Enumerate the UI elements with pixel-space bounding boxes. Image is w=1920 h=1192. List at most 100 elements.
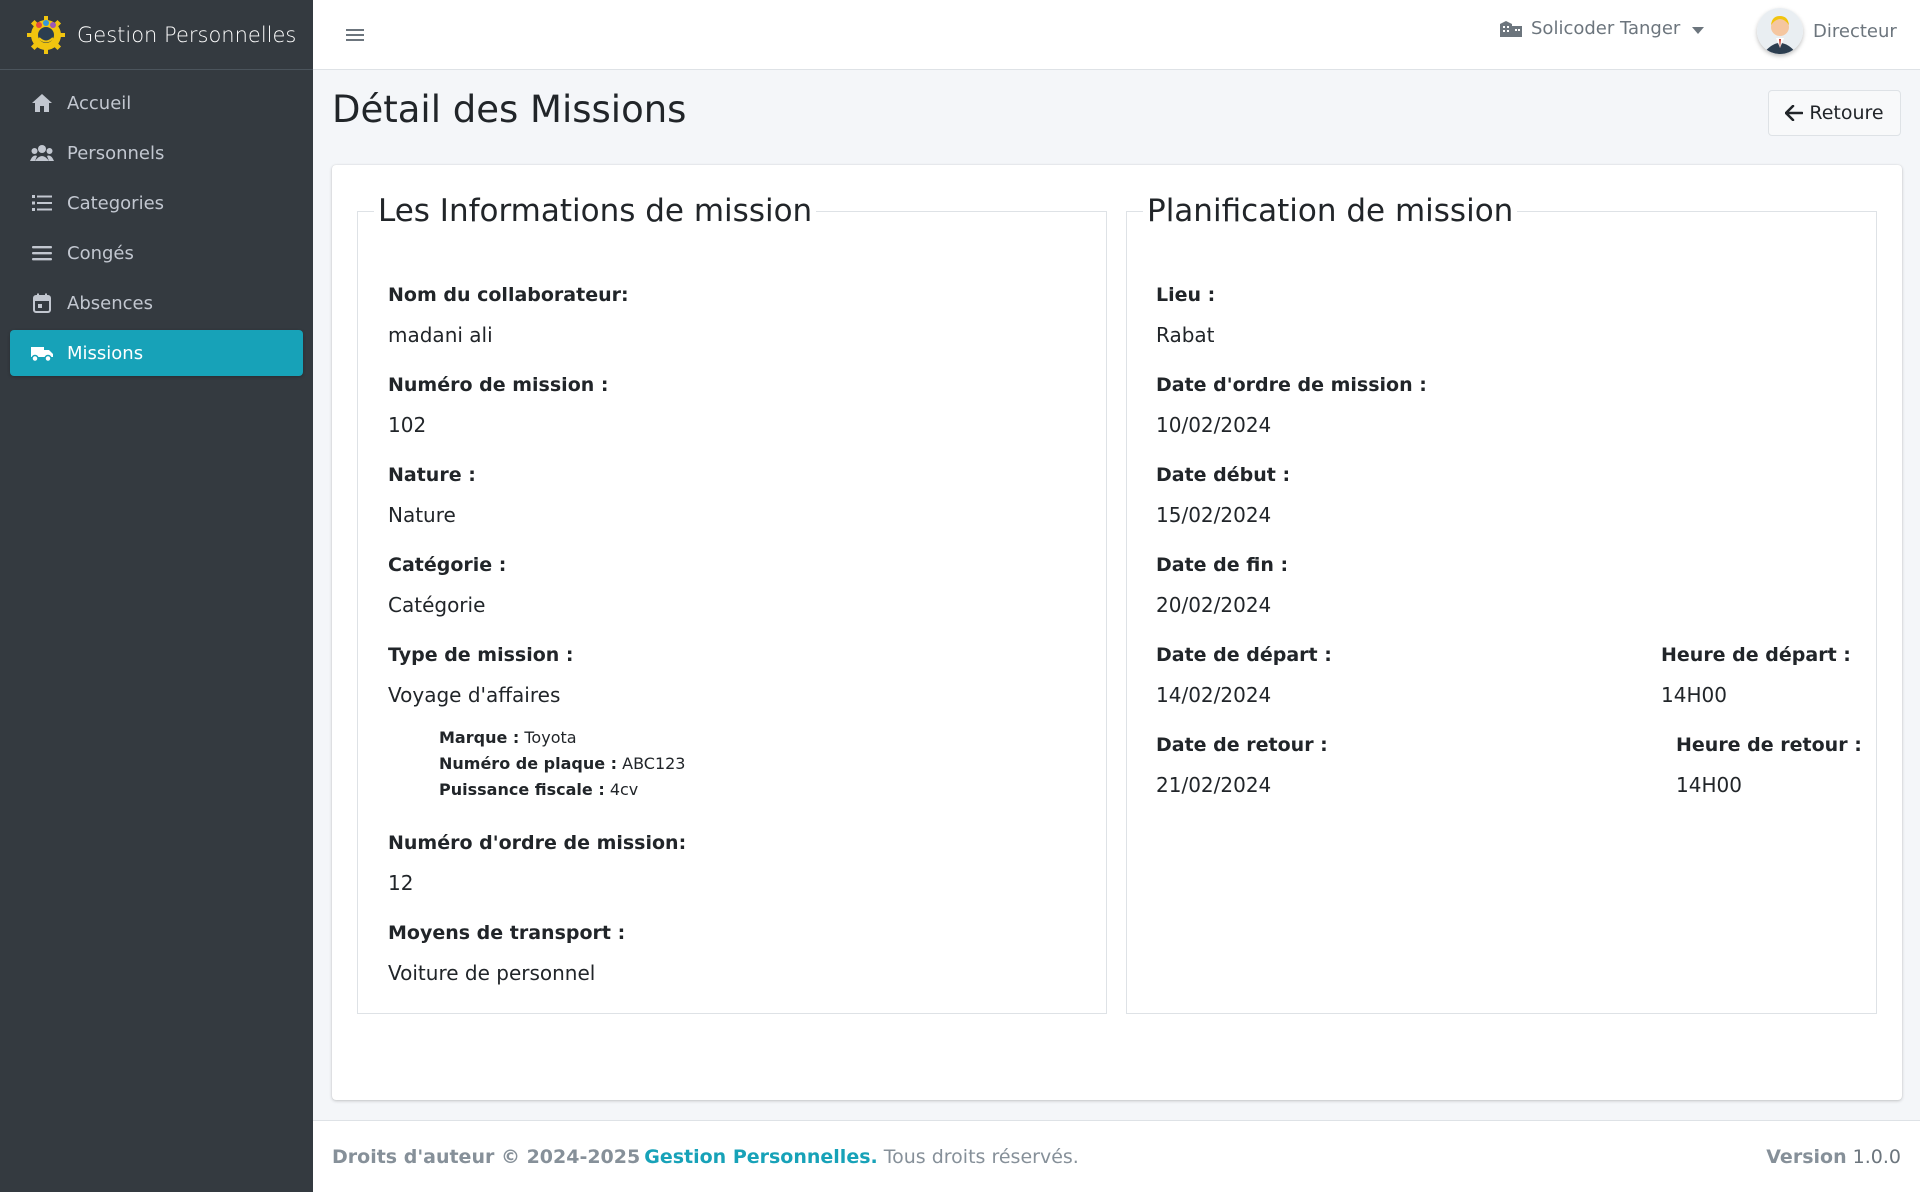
categorie-value: Catégorie — [388, 593, 486, 617]
footer-copyright: Droits d'auteur © 2024-2025 — [332, 1145, 641, 1168]
sidebar-item-categories[interactable]: Categories — [10, 180, 303, 226]
brand-link[interactable]: Gestion Personnelles — [0, 0, 313, 70]
sidebar-item-absences[interactable]: Absences — [10, 280, 303, 326]
sidebar-item-label: Congés — [67, 242, 134, 264]
footer-brand-link[interactable]: Gestion Personnelles. — [644, 1146, 878, 1168]
heure-retour-field: Heure de retour : 14H00 — [1676, 733, 1862, 797]
ordre-mission-value: 12 — [388, 871, 414, 895]
plaque-value: ABC123 — [622, 754, 686, 773]
user-role: Directeur — [1813, 20, 1897, 42]
sidebar-item-missions[interactable]: Missions — [10, 330, 303, 376]
type-mission-field: Type de mission : Voyage d'affaires — [388, 643, 574, 707]
heure-depart-field: Heure de départ : 14H00 — [1661, 643, 1851, 707]
categorie-field: Catégorie : Catégorie — [388, 553, 506, 617]
version-value: 1.0.0 — [1852, 1145, 1901, 1168]
back-button[interactable]: Retoure — [1768, 90, 1901, 136]
ordre-mission-label: Numéro d'ordre de mission: — [388, 832, 687, 854]
vehicle-details: Marque : Toyota Numéro de plaque : ABC12… — [439, 725, 685, 803]
date-fin-field: Date de fin : 20/02/2024 — [1156, 553, 1288, 617]
sidebar-item-label: Accueil — [67, 92, 132, 114]
mission-info-fieldset: Les Informations de mission Nom du colla… — [357, 193, 1107, 1014]
brand-name: Gestion Personnelles — [77, 22, 297, 47]
avatar — [1757, 8, 1803, 54]
caret-down-icon — [1692, 26, 1705, 34]
transport-label: Moyens de transport : — [388, 922, 626, 944]
date-ordre-label: Date d'ordre de mission : — [1156, 374, 1427, 396]
sidebar-item-label: Personnels — [67, 142, 165, 164]
lieu-label: Lieu : — [1156, 284, 1216, 306]
date-depart-field: Date de départ : 14/02/2024 — [1156, 643, 1332, 707]
bars-icon — [29, 242, 55, 264]
collaborateur-field: Nom du collaborateur: madani ali — [388, 283, 629, 347]
heure-depart-value: 14H00 — [1661, 683, 1727, 707]
marque-value: Toyota — [524, 728, 577, 747]
organization-name: Solicoder Tanger — [1531, 18, 1681, 39]
page-title: Détail des Missions — [332, 88, 687, 131]
transport-field: Moyens de transport : Voiture de personn… — [388, 921, 625, 985]
sidebar-item-accueil[interactable]: Accueil — [10, 80, 303, 126]
puissance-value: 4cv — [609, 780, 639, 799]
lieu-field: Lieu : Rabat — [1156, 283, 1215, 347]
ordre-mission-field: Numéro d'ordre de mission: 12 — [388, 831, 686, 895]
numero-mission-value: 102 — [388, 413, 427, 437]
categorie-label: Catégorie : — [388, 554, 507, 576]
mission-planning-fieldset: Planification de mission Lieu : Rabat Da… — [1126, 193, 1877, 1014]
footer-rights: Tous droits réservés. — [883, 1145, 1079, 1168]
users-icon — [29, 142, 55, 164]
date-ordre-field: Date d'ordre de mission : 10/02/2024 — [1156, 373, 1427, 437]
sidebar-item-personnels[interactable]: Personnels — [10, 130, 303, 176]
version-label: Version — [1766, 1145, 1847, 1168]
date-ordre-value: 10/02/2024 — [1156, 413, 1272, 437]
sidebar-nav: Accueil Personnels Categories Congés Abs… — [0, 70, 313, 376]
date-fin-value: 20/02/2024 — [1156, 593, 1272, 617]
date-retour-field: Date de retour : 21/02/2024 — [1156, 733, 1328, 797]
vehicle-marque: Marque : Toyota — [439, 725, 685, 751]
mission-detail-card: Les Informations de mission Nom du colla… — [332, 165, 1902, 1100]
lieu-value: Rabat — [1156, 323, 1215, 347]
date-debut-label: Date début : — [1156, 464, 1291, 486]
mission-planning-legend: Planification de mission — [1147, 193, 1514, 229]
heure-retour-value: 14H00 — [1676, 773, 1742, 797]
vehicle-puissance: Puissance fiscale : 4cv — [439, 777, 685, 803]
date-depart-value: 14/02/2024 — [1156, 683, 1272, 707]
home-icon — [29, 92, 55, 114]
date-retour-value: 21/02/2024 — [1156, 773, 1272, 797]
transport-value: Voiture de personnel — [388, 961, 596, 985]
topbar: Solicoder Tanger Directeur — [313, 0, 1920, 70]
collaborateur-value: madani ali — [388, 323, 493, 347]
sidebar-item-label: Absences — [67, 292, 153, 314]
date-retour-label: Date de retour : — [1156, 734, 1328, 756]
nature-field: Nature : Nature — [388, 463, 476, 527]
heure-depart-label: Heure de départ : — [1661, 644, 1851, 666]
puissance-label: Puissance fiscale : — [439, 780, 605, 799]
date-debut-field: Date début : 15/02/2024 — [1156, 463, 1290, 527]
date-fin-label: Date de fin : — [1156, 554, 1289, 576]
heure-retour-label: Heure de retour : — [1676, 734, 1862, 756]
user-menu[interactable]: Directeur — [1757, 8, 1897, 54]
footer-version: Version 1.0.0 — [1766, 1146, 1901, 1168]
back-button-label: Retoure — [1809, 102, 1884, 124]
nature-value: Nature — [388, 503, 456, 527]
type-mission-value: Voyage d'affaires — [388, 683, 561, 707]
list-icon — [29, 192, 55, 214]
arrow-left-icon — [1785, 105, 1804, 121]
sidebar: Gestion Personnelles Accueil Personnels … — [0, 0, 313, 1192]
date-debut-value: 15/02/2024 — [1156, 503, 1272, 527]
brand-logo-icon — [27, 15, 65, 54]
marque-label: Marque : — [439, 728, 520, 747]
nature-label: Nature : — [388, 464, 476, 486]
sidebar-item-label: Missions — [67, 342, 144, 364]
collaborateur-label: Nom du collaborateur: — [388, 284, 629, 306]
type-mission-label: Type de mission : — [388, 644, 574, 666]
organization-dropdown[interactable]: Solicoder Tanger — [1499, 18, 1705, 39]
sidebar-item-conges[interactable]: Congés — [10, 230, 303, 276]
menu-toggle-button[interactable] — [340, 20, 370, 50]
plaque-label: Numéro de plaque : — [439, 754, 618, 773]
sidebar-item-label: Categories — [67, 192, 165, 214]
hamburger-icon — [346, 29, 364, 41]
footer: Droits d'auteur © 2024-2025 Gestion Pers… — [313, 1120, 1920, 1192]
numero-mission-field: Numéro de mission : 102 — [388, 373, 609, 437]
numero-mission-label: Numéro de mission : — [388, 374, 609, 396]
date-depart-label: Date de départ : — [1156, 644, 1332, 666]
truck-icon — [29, 342, 55, 364]
